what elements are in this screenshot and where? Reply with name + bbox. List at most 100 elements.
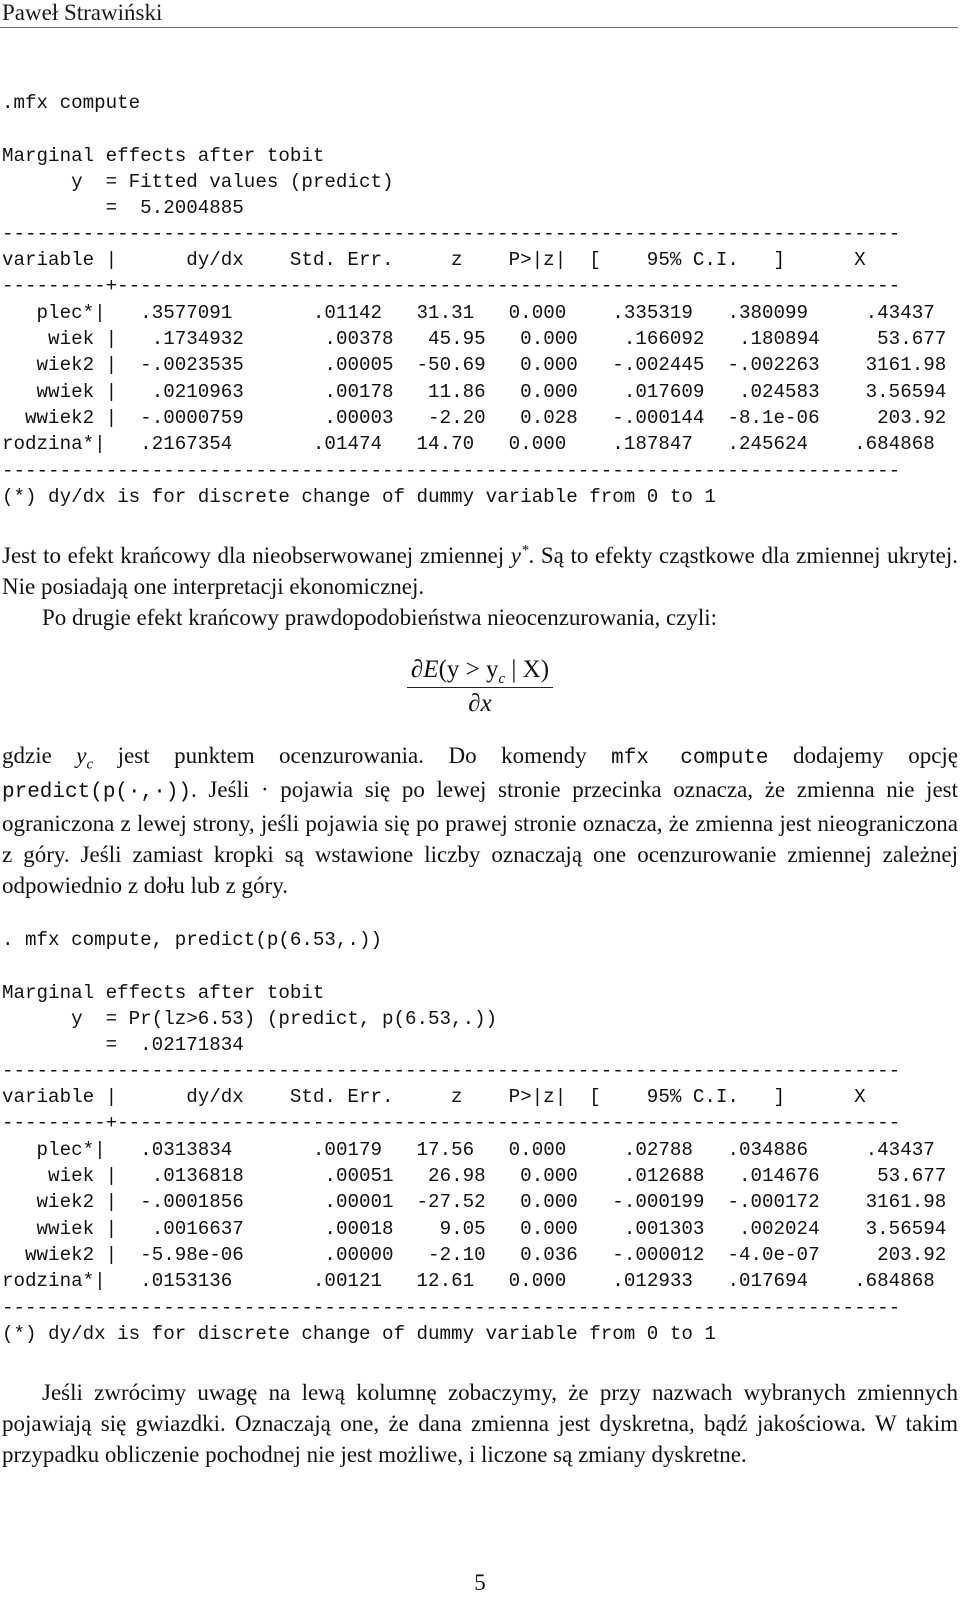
expectation-symbol: E xyxy=(423,656,439,683)
para4-text: Jeśli zwrócimy uwagę na lewą kolumnę zob… xyxy=(2,1380,958,1467)
cell-se: .00378 xyxy=(243,328,394,351)
cell-variable: wiek | xyxy=(2,1165,118,1188)
cell-se: .01142 xyxy=(232,302,382,324)
cell-se: .00018 xyxy=(243,1217,394,1240)
cell-se: .00000 xyxy=(243,1243,394,1266)
table2-row-wiek: wiek | .0136818 .00051 26.98 0.000 .0126… xyxy=(2,1163,946,1190)
cell-z: 11.86 xyxy=(393,380,486,403)
header-rule xyxy=(0,27,958,28)
table1-row-wiek: wiek | .1734932 .00378 45.95 0.000 .1660… xyxy=(2,326,946,353)
cell-se: .00003 xyxy=(243,406,394,429)
cell-se: .00005 xyxy=(243,354,394,377)
cell-variable: plec*| xyxy=(2,302,106,324)
cell-ci-hi: .380099 xyxy=(692,302,809,324)
table1-footnote: (*) dy/dx is for discrete change of dumm… xyxy=(2,486,716,508)
table1-top-rule: ----------------------------------------… xyxy=(2,223,901,245)
cell-ci-lo: .187847 xyxy=(566,433,693,455)
table2-top-rule: ----------------------------------------… xyxy=(2,1060,901,1082)
cell-p: 0.036 xyxy=(485,1243,578,1266)
cell-variable: wwiek2 | xyxy=(2,1243,118,1266)
cell-ci-lo: -.000144 xyxy=(577,406,705,429)
cell-variable: rodzina*| xyxy=(2,433,106,455)
cell-z: -50.69 xyxy=(393,354,486,377)
para1-text-a: Jest to efekt krańcowy dla nieobserwowan… xyxy=(2,543,511,568)
para3-text-3: dodajemy opcję xyxy=(768,743,958,768)
cell-p: 0.000 xyxy=(474,1270,567,1292)
cell-x: 3.56594 xyxy=(819,380,947,403)
cell-x: .684868 xyxy=(808,433,935,455)
cell-p: 0.000 xyxy=(485,1191,578,1214)
cell-x: 53.677 xyxy=(819,328,947,351)
display-formula: ∂E(y > yc | X) ∂x xyxy=(0,656,960,718)
cell-se: .01474 xyxy=(232,433,382,455)
cell-x: .684868 xyxy=(808,1270,935,1292)
stata-output-eq-line-2: = .02171834 xyxy=(2,1034,244,1056)
cell-dydx: .0153136 xyxy=(105,1270,233,1292)
cell-variable: plec*| xyxy=(2,1139,106,1161)
math-y-star: y* xyxy=(511,543,529,568)
cell-z: 17.56 xyxy=(382,1139,475,1161)
cell-variable: wiek2 | xyxy=(2,1191,118,1214)
running-head-author: Paweł Strawiński xyxy=(2,0,163,25)
cell-ci-lo: -.000012 xyxy=(577,1243,705,1266)
table1-row-wiek2: wiek2 | -.0023535 .00005 -50.69 0.000 -.… xyxy=(2,352,947,379)
cell-x: 3161.98 xyxy=(819,1191,947,1214)
cell-ci-hi: .034886 xyxy=(692,1139,809,1161)
cell-dydx: .0016637 xyxy=(117,1217,244,1240)
cell-dydx: -.0023535 xyxy=(117,354,244,377)
cell-ci-lo: .012933 xyxy=(566,1270,693,1292)
cell-ci-lo: -.002445 xyxy=(577,354,705,377)
code-mfx-compute: mfx compute xyxy=(611,747,769,770)
cell-se: .00178 xyxy=(243,380,394,403)
cell-ci-hi: .014676 xyxy=(704,1165,820,1188)
cell-p: 0.000 xyxy=(485,1217,578,1240)
cell-ci-hi: .002024 xyxy=(704,1217,820,1240)
cell-ci-hi: .180894 xyxy=(704,328,820,351)
stata-command-1: .mfx compute xyxy=(2,92,141,114)
cell-dydx: .0313834 xyxy=(105,1139,233,1161)
cell-p: 0.000 xyxy=(485,354,578,377)
table1-header-separator: ---------+------------------------------… xyxy=(2,275,901,297)
para3-text-1: gdzie xyxy=(2,743,77,768)
stata-output-eq-line-1: = 5.2004885 xyxy=(2,197,244,219)
numerator-tail: | X) xyxy=(505,656,550,683)
cell-variable: wwiek | xyxy=(2,1217,118,1240)
cell-ci-hi: -.002263 xyxy=(704,354,820,377)
cell-ci-hi: .017694 xyxy=(692,1270,809,1292)
paragraph-latent-variable: Jest to efekt krańcowy dla nieobserwowan… xyxy=(2,540,958,633)
para2-text: Po drugie efekt krańcowy prawdopodobieńs… xyxy=(42,605,718,630)
cell-ci-hi: -8.1e-06 xyxy=(704,406,820,429)
numerator-part: (y > y xyxy=(438,656,499,683)
cell-dydx: -.0001856 xyxy=(117,1191,244,1214)
table1-row-plec-dummy: plec*| .3577091 .01142 31.31 0.000 .3353… xyxy=(2,300,935,327)
fraction: ∂E(y > yc | X) ∂x xyxy=(406,656,554,718)
stata-output-title-1: Marginal effects after tobit xyxy=(2,145,325,167)
cell-dydx: .0136818 xyxy=(117,1165,244,1188)
cell-z: -27.52 xyxy=(393,1191,486,1214)
cell-x: 3161.98 xyxy=(819,354,947,377)
table2-header: variable | dy/dx Std. Err. z P>|z| [ 95%… xyxy=(2,1086,866,1108)
cell-dydx: -.0000759 xyxy=(117,406,244,429)
cell-dydx: .0210963 xyxy=(117,380,244,403)
cell-dydx: .3577091 xyxy=(105,302,233,324)
table1-row-rodzina-dummy: rodzina*| .2167354 .01474 14.70 0.000 .1… xyxy=(2,431,935,458)
cell-se: .00051 xyxy=(243,1165,394,1188)
cell-p: 0.000 xyxy=(485,1165,578,1188)
formula-denominator: ∂x xyxy=(468,690,492,717)
cell-p: 0.000 xyxy=(485,328,578,351)
code-predict-option: predict(p(·,·)) xyxy=(2,781,192,804)
stata-output-title-2: Marginal effects after tobit xyxy=(2,982,325,1004)
para3-text-2: jest punktem ocenzurowania. Do komendy xyxy=(93,743,612,768)
cell-se: .00121 xyxy=(232,1270,382,1292)
cell-x: 203.92 xyxy=(819,406,947,429)
table2-bottom-rule: ----------------------------------------… xyxy=(2,1297,901,1319)
cell-p: 0.000 xyxy=(485,380,578,403)
numerator-body: (y > yc | X) xyxy=(438,656,550,687)
cell-x: .43437 xyxy=(808,302,935,324)
cell-z: -2.10 xyxy=(393,1243,486,1266)
table2-row-wiek2: wiek2 | -.0001856 .00001 -27.52 0.000 -.… xyxy=(2,1189,947,1216)
math-y: y xyxy=(510,543,521,568)
table1-row-wwiek2: wwiek2 | -.0000759 .00003 -2.20 0.028 -.… xyxy=(2,405,946,432)
cell-z: 45.95 xyxy=(393,328,486,351)
cell-variable: wwiek | xyxy=(2,380,118,403)
